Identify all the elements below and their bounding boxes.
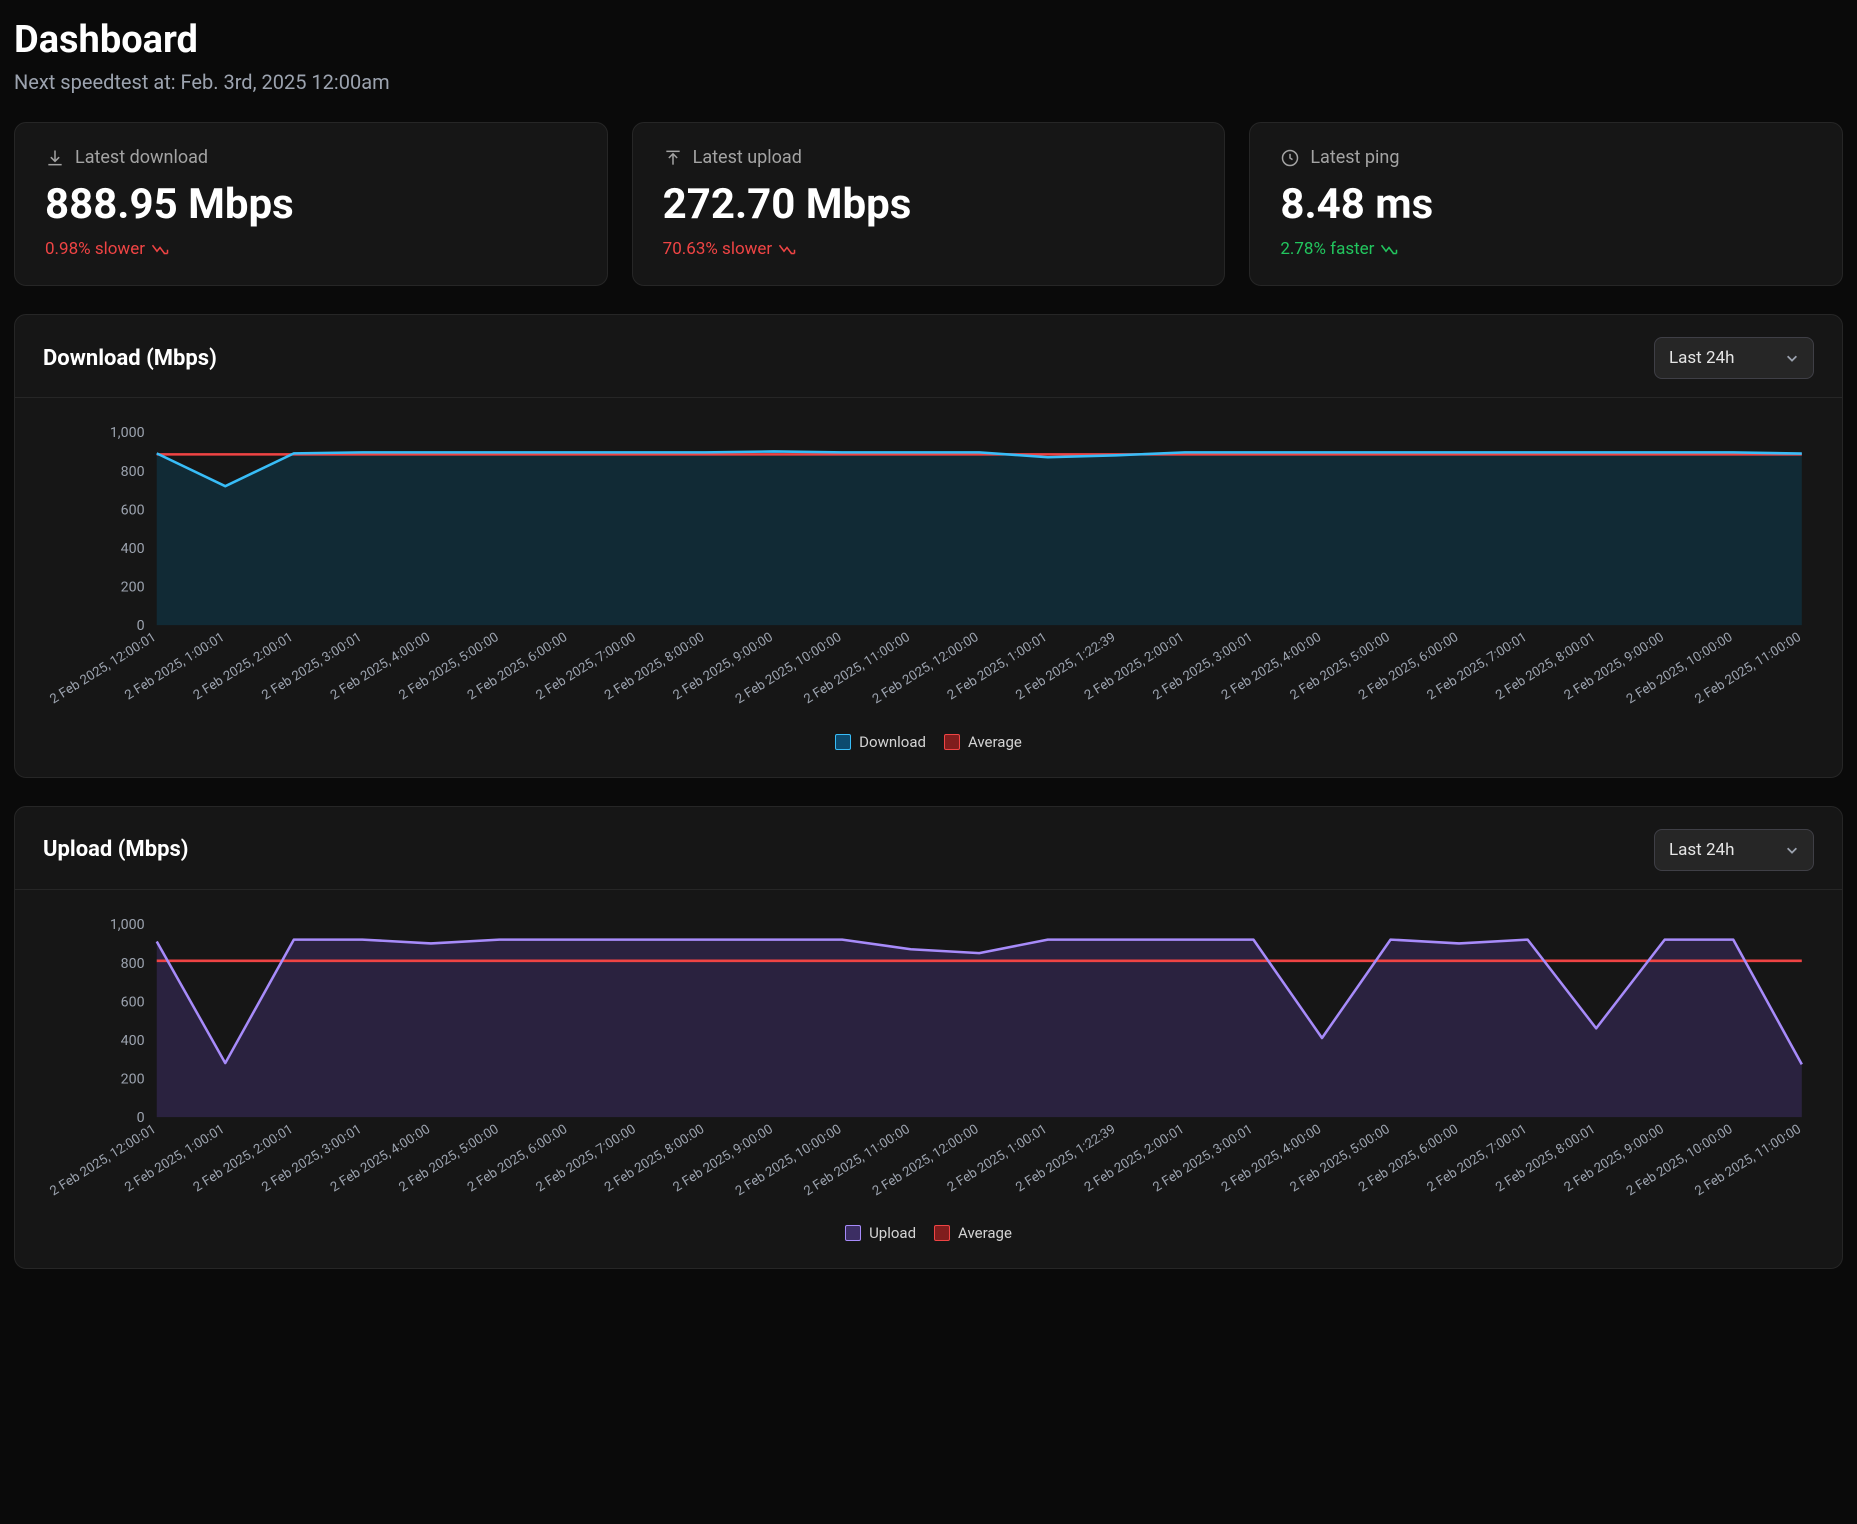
legend-item: Average bbox=[934, 1224, 1012, 1242]
svg-text:0: 0 bbox=[137, 1110, 145, 1126]
stat-card-label: Latest download bbox=[75, 147, 208, 168]
stats-row: Latest download 888.95 Mbps 0.98% slower… bbox=[14, 122, 1843, 286]
svg-text:400: 400 bbox=[121, 541, 145, 557]
stat-card-ping: Latest ping 8.48 ms 2.78% faster bbox=[1249, 122, 1843, 286]
svg-text:1,000: 1,000 bbox=[110, 425, 145, 441]
clock-icon bbox=[1280, 148, 1300, 168]
legend-item: Upload bbox=[845, 1224, 916, 1242]
chevron-down-icon bbox=[1785, 843, 1799, 857]
stat-card-label: Latest upload bbox=[693, 147, 802, 168]
upload-chart-panel: Upload (Mbps) Last 24h 0 200 400 600 800 1,00… bbox=[14, 806, 1843, 1270]
chevron-down-icon bbox=[1785, 351, 1799, 365]
upload-icon bbox=[663, 148, 683, 168]
stat-card-value: 888.95 Mbps bbox=[45, 180, 577, 229]
trend-down-icon bbox=[778, 242, 796, 256]
svg-text:600: 600 bbox=[121, 502, 145, 518]
next-speedtest-label: Next speedtest at: Feb. 3rd, 2025 12:00a… bbox=[14, 70, 1843, 94]
chart-legend: Download Average bbox=[45, 733, 1812, 751]
download-chart: 02004006008001,0002 Feb 2025, 12:00:012 … bbox=[45, 422, 1812, 727]
stat-card-value: 8.48 ms bbox=[1280, 180, 1812, 229]
stat-card-delta: 2.78% faster bbox=[1280, 239, 1812, 259]
svg-text:0: 0 bbox=[137, 618, 145, 634]
stat-card-delta: 70.63% slower bbox=[663, 239, 1195, 259]
trend-down-icon bbox=[151, 242, 169, 256]
download-icon bbox=[45, 148, 65, 168]
svg-text:1,000: 1,000 bbox=[110, 917, 145, 933]
legend-swatch-upload bbox=[845, 1225, 861, 1241]
legend-swatch-download bbox=[835, 734, 851, 750]
svg-text:200: 200 bbox=[121, 1071, 145, 1087]
stat-card-label: Latest ping bbox=[1310, 147, 1399, 168]
stat-card-value: 272.70 Mbps bbox=[663, 180, 1195, 229]
range-select-label: Last 24h bbox=[1669, 840, 1734, 860]
chart-legend: Upload Average bbox=[45, 1224, 1812, 1242]
stat-card-delta: 0.98% slower bbox=[45, 239, 577, 259]
upload-chart: 02004006008001,0002 Feb 2025, 12:00:012 … bbox=[45, 914, 1812, 1219]
chart-title: Download (Mbps) bbox=[43, 346, 217, 371]
trend-down-icon bbox=[1380, 242, 1398, 256]
legend-item: Download bbox=[835, 733, 926, 751]
time-range-select[interactable]: Last 24h bbox=[1654, 337, 1814, 379]
stat-card-download: Latest download 888.95 Mbps 0.98% slower bbox=[14, 122, 608, 286]
download-chart-panel: Download (Mbps) Last 24h 0 200 400 600 800 1,… bbox=[14, 314, 1843, 778]
svg-text:600: 600 bbox=[121, 994, 145, 1010]
svg-text:800: 800 bbox=[121, 955, 145, 971]
legend-swatch-average bbox=[934, 1225, 950, 1241]
time-range-select[interactable]: Last 24h bbox=[1654, 829, 1814, 871]
svg-text:400: 400 bbox=[121, 1033, 145, 1049]
legend-swatch-average bbox=[944, 734, 960, 750]
page-title: Dashboard bbox=[14, 18, 1843, 62]
stat-card-upload: Latest upload 272.70 Mbps 70.63% slower bbox=[632, 122, 1226, 286]
svg-text:200: 200 bbox=[121, 580, 145, 596]
legend-item: Average bbox=[944, 733, 1022, 751]
chart-title: Upload (Mbps) bbox=[43, 837, 188, 862]
svg-text:800: 800 bbox=[121, 464, 145, 480]
range-select-label: Last 24h bbox=[1669, 348, 1734, 368]
